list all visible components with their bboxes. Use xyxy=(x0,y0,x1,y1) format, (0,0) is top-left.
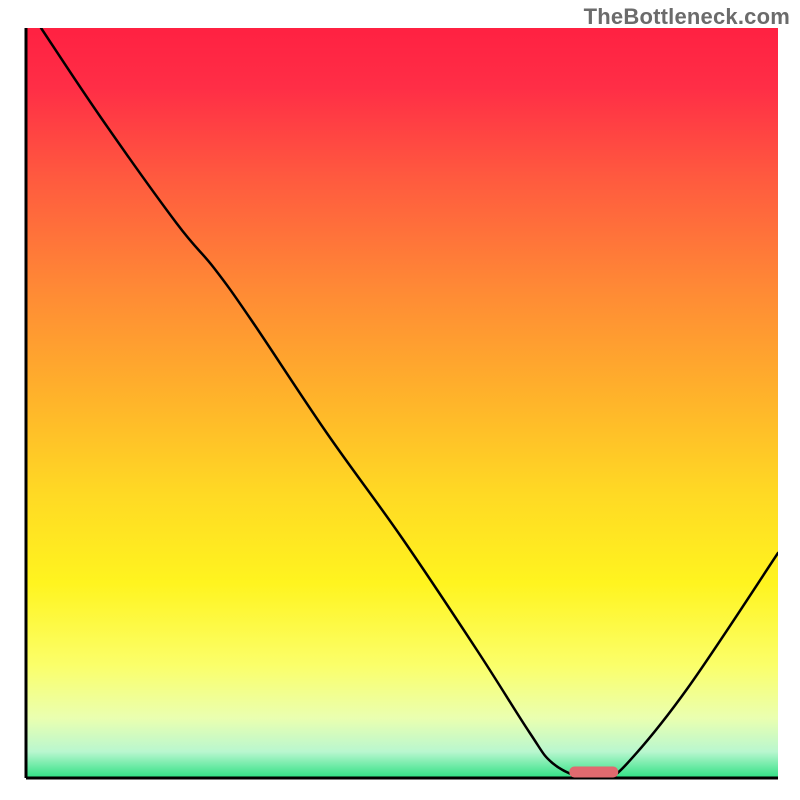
chart-stage: TheBottleneck.com xyxy=(0,0,800,800)
plot-area xyxy=(26,28,778,780)
optimal-range-marker xyxy=(569,767,618,778)
gradient-background xyxy=(26,28,778,778)
bottleneck-chart xyxy=(0,0,800,800)
